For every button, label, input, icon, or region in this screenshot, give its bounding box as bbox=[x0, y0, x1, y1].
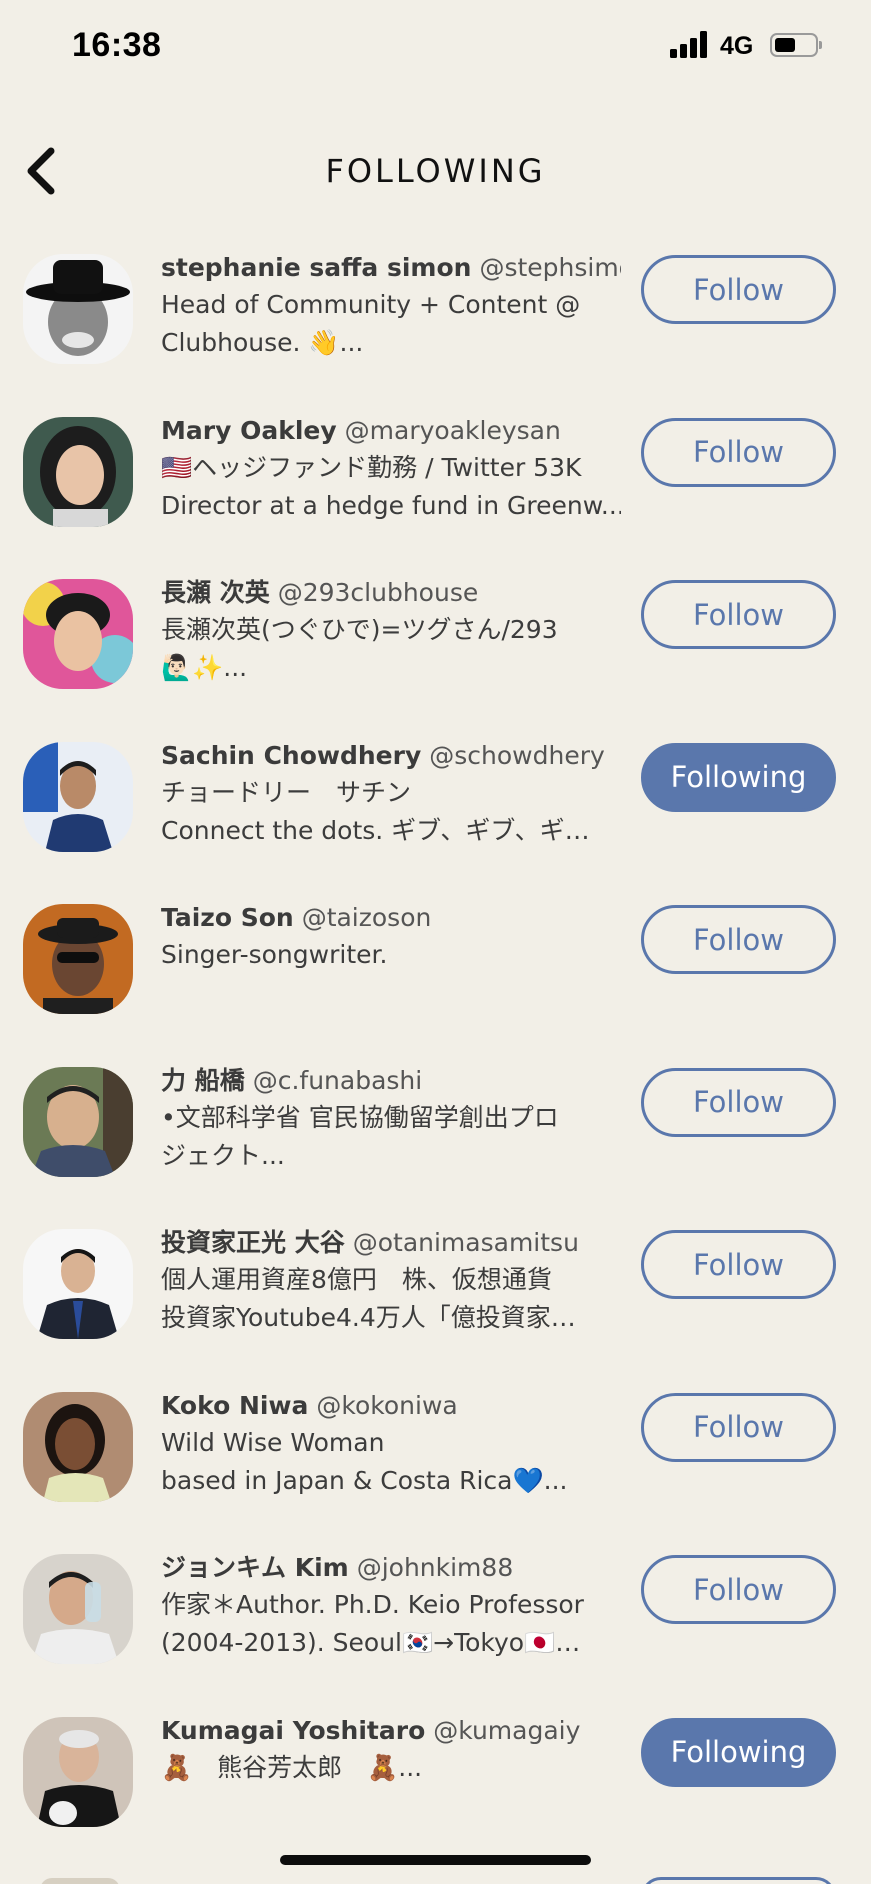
following-button[interactable]: Following bbox=[641, 1717, 836, 1787]
avatar[interactable] bbox=[23, 1716, 133, 1827]
following-screen: 16:38 4G FOLLOWING stephanie saffa simon… bbox=[0, 0, 871, 1884]
follow-button[interactable]: Follow bbox=[641, 1555, 836, 1624]
follow-button[interactable]: Follow bbox=[641, 417, 836, 487]
avatar[interactable] bbox=[23, 416, 133, 527]
user-bio: Clubhouse. 👋... bbox=[161, 328, 364, 357]
user-row[interactable]: 長瀬 次英 @293clubhouse 長瀬次英(つぐひで)=ツグさん/293 🙋… bbox=[0, 565, 871, 728]
user-row[interactable]: Taizo Son @taizoson Singer-songwriter. Fo… bbox=[0, 890, 871, 1053]
avatar[interactable] bbox=[23, 1229, 133, 1339]
user-row[interactable]: stephanie saffa simon @stephsimon Head of… bbox=[0, 240, 871, 403]
user-bio: 個人運用資産8億円 株、仮想通貨 bbox=[161, 1265, 552, 1294]
user-handle[interactable]: @johnkim88 bbox=[357, 1553, 514, 1582]
user-row[interactable]: ジョンキム Kim @johnkim88 作家＊Author. Ph.D. Kei… bbox=[0, 1540, 871, 1703]
user-handle[interactable]: @otanimasamitsu bbox=[353, 1228, 579, 1257]
avatar bbox=[40, 1878, 120, 1884]
user-name[interactable]: Kumagai Yoshitaro bbox=[161, 1716, 425, 1745]
avatar[interactable] bbox=[23, 904, 133, 1014]
user-name[interactable]: Mary Oakley bbox=[161, 416, 337, 445]
user-row-partial bbox=[0, 1872, 871, 1884]
user-bio: 作家＊Author. Ph.D. Keio Professor bbox=[161, 1590, 584, 1619]
user-handle[interactable]: @schowdhery bbox=[429, 741, 605, 770]
following-button[interactable]: Following bbox=[641, 742, 836, 812]
user-row[interactable]: Kumagai Yoshitaro @kumagaiy 🧸 熊谷芳太郎 🧸... … bbox=[0, 1703, 871, 1866]
user-handle[interactable]: @kumagaiy bbox=[433, 1716, 580, 1745]
follow-button[interactable]: Follow bbox=[641, 580, 836, 649]
user-handle[interactable]: @293clubhouse bbox=[278, 578, 479, 607]
user-bio: •文部科学省 官民協働留学創出プロ bbox=[161, 1102, 559, 1132]
user-name[interactable]: stephanie saffa simon bbox=[161, 253, 471, 282]
avatar[interactable] bbox=[23, 1554, 133, 1664]
user-name[interactable]: Taizo Son bbox=[161, 903, 294, 932]
follow-button[interactable]: Follow bbox=[641, 255, 836, 324]
status-bar: 16:38 4G bbox=[0, 0, 871, 95]
user-row[interactable]: Koko Niwa @kokoniwa Wild Wise Woman based… bbox=[0, 1378, 871, 1541]
avatar[interactable] bbox=[23, 1066, 133, 1177]
follow-button[interactable]: Follow bbox=[641, 905, 836, 974]
follow-button[interactable] bbox=[641, 1877, 836, 1884]
user-bio: based in Japan & Costa Rica💙... bbox=[161, 1465, 568, 1495]
user-handle[interactable]: @taizoson bbox=[302, 903, 432, 932]
user-row[interactable]: Sachin Chowdhery @schowdhery チョードリー サチン C… bbox=[0, 728, 871, 891]
user-name[interactable]: Sachin Chowdhery bbox=[161, 741, 421, 770]
user-bio: 投資家Youtube4.4万人「億投資家… bbox=[161, 1303, 576, 1332]
page-title: FOLLOWING bbox=[325, 152, 546, 190]
user-handle[interactable]: @stephsimon bbox=[479, 253, 621, 282]
user-name[interactable]: ジョンキム Kim bbox=[161, 1553, 349, 1582]
header: FOLLOWING bbox=[0, 130, 871, 210]
follow-button[interactable]: Follow bbox=[641, 1392, 836, 1462]
user-name[interactable]: 長瀬 次英 bbox=[161, 578, 270, 607]
user-bio: 🙋🏻‍♂️✨... bbox=[161, 653, 248, 682]
user-bio: Connect the dots. ギブ、ギブ、ギ… bbox=[161, 815, 590, 845]
user-bio: ジェクト... bbox=[161, 1140, 285, 1170]
user-name[interactable]: 力 船橋 bbox=[161, 1066, 245, 1095]
user-bio: (2004-2013). Seoul🇰🇷→Tokyo🇯🇵… bbox=[161, 1628, 581, 1657]
home-indicator[interactable] bbox=[280, 1855, 591, 1865]
user-row[interactable]: 力 船橋 @c.funabashi •文部科学省 官民協働留学創出プロ ジェクト.… bbox=[0, 1053, 871, 1216]
user-row[interactable]: 投資家正光 大谷 @otanimasamitsu 個人運用資産8億円 株、仮想通貨… bbox=[0, 1215, 871, 1378]
user-bio: 🧸 熊谷芳太郎 🧸... bbox=[161, 1752, 423, 1782]
avatar[interactable] bbox=[23, 579, 133, 689]
user-bio: Singer-songwriter. bbox=[161, 940, 388, 969]
network-type: 4G bbox=[720, 32, 754, 60]
battery-icon bbox=[770, 33, 822, 57]
user-bio: 長瀬次英(つぐひで)=ツグさん/293 bbox=[161, 615, 558, 644]
user-name[interactable]: Koko Niwa bbox=[161, 1391, 308, 1420]
user-handle[interactable]: @maryoakleysan bbox=[345, 416, 561, 445]
user-handle[interactable]: @kokoniwa bbox=[316, 1391, 457, 1420]
follow-button[interactable]: Follow bbox=[641, 1230, 836, 1299]
user-bio: 🇺🇸ヘッジファンド勤務 / Twitter 53K bbox=[161, 452, 582, 482]
user-handle[interactable]: @c.funabashi bbox=[253, 1066, 423, 1095]
user-bio: Director at a hedge fund in Greenw... bbox=[161, 490, 621, 520]
user-bio: Wild Wise Woman bbox=[161, 1427, 385, 1457]
user-row[interactable]: Mary Oakley @maryoakleysan 🇺🇸ヘッジファンド勤務 / … bbox=[0, 403, 871, 566]
avatar[interactable] bbox=[23, 1391, 133, 1502]
user-bio: Head of Community + Content @ bbox=[161, 290, 581, 319]
avatar[interactable] bbox=[23, 741, 133, 852]
following-list: stephanie saffa simon @stephsimon Head of… bbox=[0, 240, 871, 1865]
status-time: 16:38 bbox=[72, 26, 162, 64]
user-bio: チョードリー サチン bbox=[161, 777, 412, 807]
user-name[interactable]: 投資家正光 大谷 bbox=[161, 1228, 345, 1257]
avatar[interactable] bbox=[23, 254, 133, 364]
cellular-signal-icon bbox=[670, 30, 710, 58]
follow-button[interactable]: Follow bbox=[641, 1067, 836, 1137]
